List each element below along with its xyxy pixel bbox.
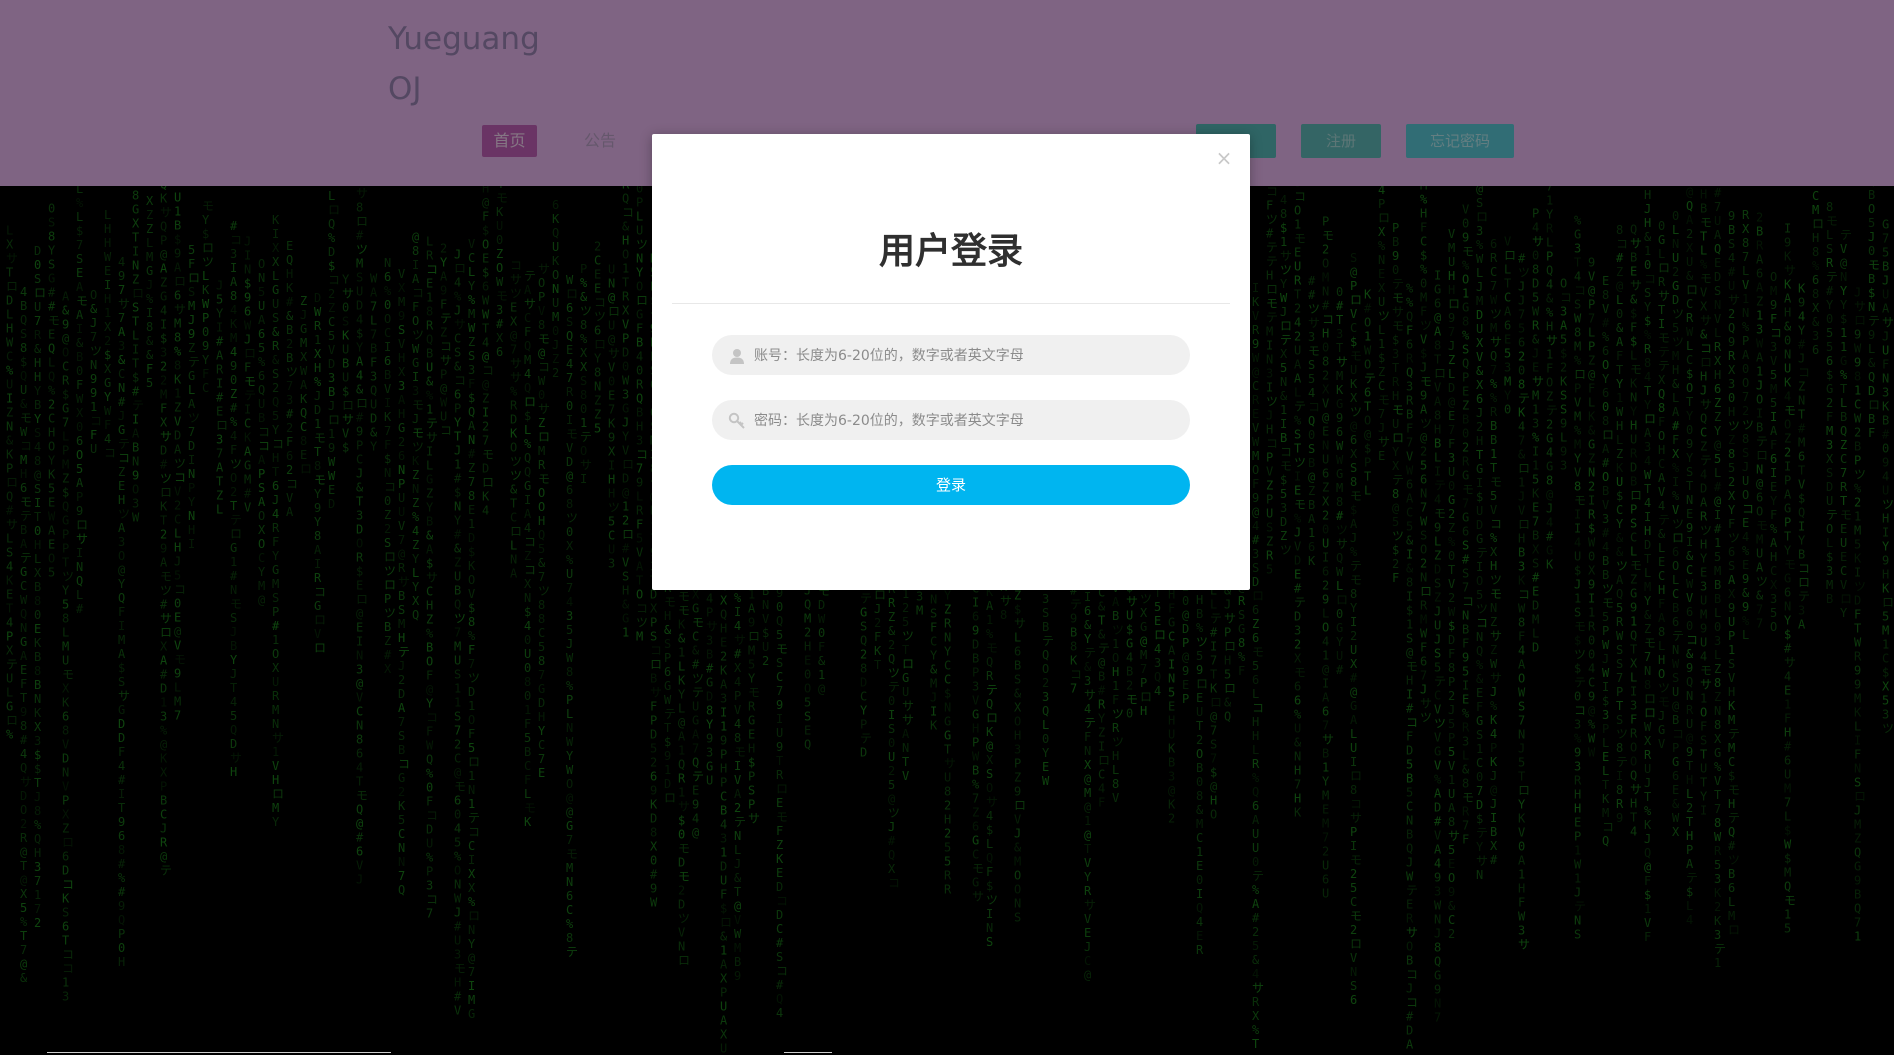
login-submit-button[interactable]: 登录: [712, 465, 1190, 505]
username-field[interactable]: [712, 335, 1190, 377]
login-modal: × 用户登录 登录: [652, 134, 1250, 590]
key-icon: [728, 412, 745, 429]
title-divider: [672, 303, 1230, 304]
close-icon[interactable]: ×: [1214, 148, 1234, 168]
password-input[interactable]: [752, 400, 1176, 442]
username-input[interactable]: [752, 335, 1176, 377]
password-field[interactable]: [712, 400, 1190, 442]
user-icon: [730, 349, 744, 364]
page: Yueguang OJ 首页 公告 注册 忘记密码 L X サ T ロ D L H W C% U I Z…: [0, 0, 1894, 1055]
bottom-divider-right: [784, 1052, 832, 1053]
bottom-divider-left: [47, 1052, 391, 1053]
modal-title: 用户登录: [652, 222, 1250, 274]
